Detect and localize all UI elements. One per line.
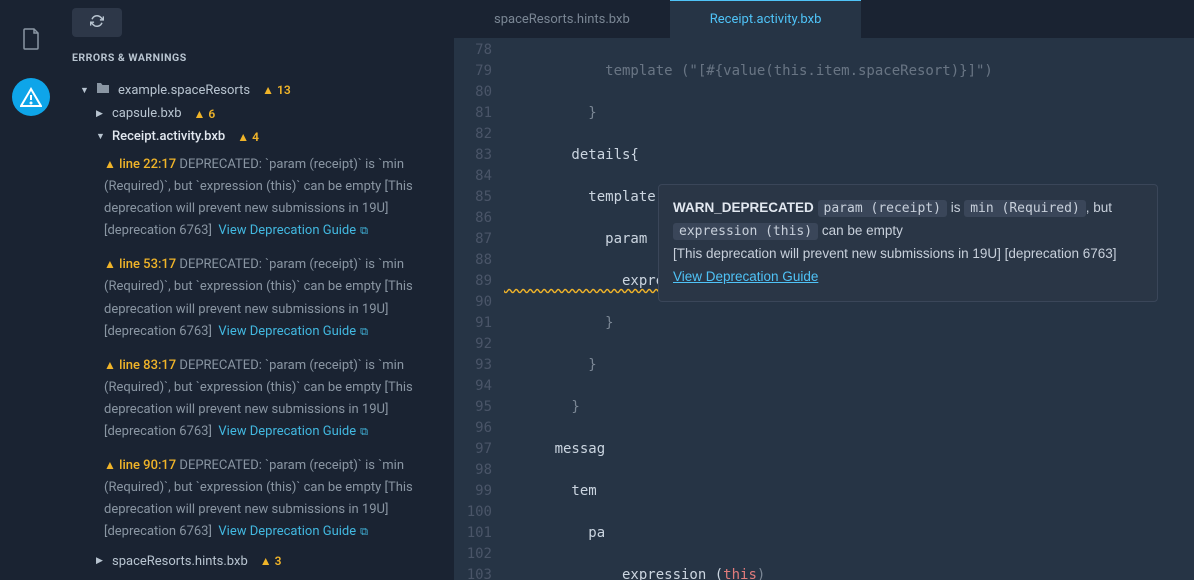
warning-triangle-icon: ▲: [104, 358, 116, 372]
tree-file[interactable]: ▶ capsule.bxb ▲6: [72, 102, 450, 125]
tooltip-deprecation-link[interactable]: View Deprecation Guide: [673, 269, 818, 284]
warning-entry[interactable]: ▲ line 22:17 DEPRECATED: `param (receipt…: [72, 148, 450, 248]
deprecation-guide-link[interactable]: View Deprecation Guide: [218, 223, 356, 238]
external-link-icon: ⧉: [360, 425, 368, 438]
deprecation-guide-link[interactable]: View Deprecation Guide: [218, 524, 356, 539]
chevron-down-icon: ▼: [80, 85, 90, 96]
deprecation-guide-link[interactable]: View Deprecation Guide: [218, 324, 356, 339]
warnings-icon[interactable]: [12, 78, 50, 116]
line-gutter: 7879808182838485868788899091929394959697…: [454, 38, 504, 580]
diagnostic-tooltip: WARN_DEPRECATED param (receipt) is min (…: [658, 184, 1158, 302]
tooltip-code-chip: param (receipt): [818, 200, 947, 217]
warning-triangle-icon: ▲: [104, 257, 116, 271]
external-link-icon: ⧉: [360, 325, 368, 338]
tree-file-label: capsule.bxb: [112, 106, 182, 121]
tooltip-message: [This deprecation will prevent new submi…: [673, 243, 1143, 266]
warning-badge: ▲4: [237, 130, 259, 144]
external-link-icon: ⧉: [360, 224, 368, 237]
warning-badge: ▲13: [262, 83, 291, 97]
warning-badge: ▲6: [194, 107, 216, 121]
warning-triangle-icon: ▲: [104, 458, 116, 472]
warning-badge: ▲3: [260, 554, 282, 568]
tab-hints[interactable]: spaceResorts.hints.bxb: [454, 0, 670, 38]
warning-entry[interactable]: ▲ line 83:17 DEPRECATED: `param (receipt…: [72, 349, 450, 449]
editor-area: spaceResorts.hints.bxb Receipt.activity.…: [454, 0, 1194, 580]
tree-file[interactable]: ▼ Receipt.activity.bxb ▲4: [72, 125, 450, 148]
tree-root[interactable]: ▼ example.spaceResorts ▲13: [72, 78, 450, 102]
warning-entry[interactable]: ▲ line 90:17 DEPRECATED: `param (receipt…: [72, 449, 450, 549]
warning-line-ref: line 53:17: [119, 257, 176, 272]
warning-line-ref: line 83:17: [119, 358, 176, 373]
warning-triangle-icon: ▲: [104, 157, 116, 171]
refresh-button[interactable]: [72, 8, 122, 37]
external-link-icon: ⧉: [360, 525, 368, 538]
warning-entry[interactable]: ▲ line 53:17 DEPRECATED: `param (receipt…: [72, 248, 450, 348]
tab-receipt[interactable]: Receipt.activity.bxb: [670, 0, 862, 38]
activity-rail: [0, 0, 62, 580]
tooltip-code-chip: min (Required): [964, 200, 1086, 217]
tree-file[interactable]: ▶ spaceResorts.hints.bxb ▲3: [72, 550, 450, 573]
panel-header: ERRORS & WARNINGS: [72, 51, 450, 64]
tree-file-label: Receipt.activity.bxb: [112, 129, 225, 144]
chevron-down-icon: ▼: [96, 131, 106, 142]
warning-line-ref: line 90:17: [119, 458, 176, 473]
tooltip-tag: WARN_DEPRECATED: [673, 200, 814, 215]
deprecation-guide-link[interactable]: View Deprecation Guide: [218, 424, 356, 439]
code-editor[interactable]: 7879808182838485868788899091929394959697…: [454, 38, 1194, 580]
tree-file-label: spaceResorts.hints.bxb: [112, 554, 248, 569]
problems-panel: ERRORS & WARNINGS ▼ example.spaceResorts…: [62, 0, 454, 580]
chevron-right-icon: ▶: [96, 556, 106, 566]
editor-tabs: spaceResorts.hints.bxb Receipt.activity.…: [454, 0, 1194, 38]
tree-root-label: example.spaceResorts: [118, 83, 250, 98]
folder-icon: [96, 82, 110, 98]
code-content[interactable]: template ("[#{value(this.item.spaceResor…: [504, 38, 1194, 580]
tooltip-code-chip: expression (this): [673, 223, 818, 240]
file-icon[interactable]: [12, 20, 50, 58]
warning-line-ref: line 22:17: [119, 157, 176, 172]
chevron-right-icon: ▶: [96, 109, 106, 119]
